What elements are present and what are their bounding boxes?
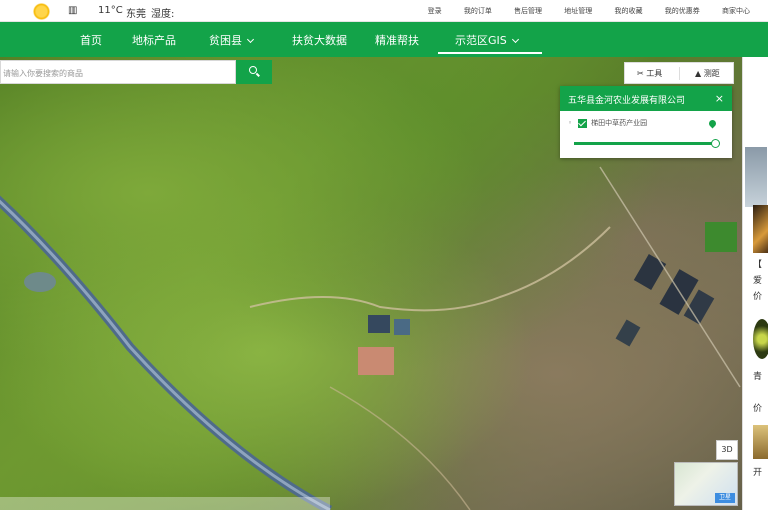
side-product-panel: 【 爱 价 青 价 开 <box>742 57 768 510</box>
product-title[interactable]: 爱 <box>753 273 762 286</box>
main-nav: 首页 地标产品 贫困县 扶贫大数据 精准帮扶 示范区GIS <box>0 22 768 57</box>
building <box>368 315 390 333</box>
product-thumbnail[interactable] <box>753 425 768 459</box>
product-thumbnail[interactable] <box>745 147 767 207</box>
map-toolbar: ✂ 工具 ▲ 测距 <box>624 62 734 84</box>
nav-item-poor-counties[interactable]: 贫困县 <box>209 32 255 48</box>
chevron-down-icon <box>511 35 519 44</box>
layer-checkbox[interactable] <box>578 118 588 128</box>
layer-dot-icon: ◦ <box>568 119 573 127</box>
humidity-label: 湿度: <box>151 9 175 20</box>
merchant-center-link[interactable]: 商家中心 <box>722 7 750 15</box>
cleared-land <box>358 347 394 375</box>
measure-label: 测距 <box>703 69 720 78</box>
product-price: 价 <box>753 292 763 302</box>
coupons-link[interactable]: 我的优惠券 <box>665 7 700 15</box>
slider-handle[interactable] <box>711 139 720 148</box>
field-patch <box>615 319 641 347</box>
nav-item-poverty-data[interactable]: 扶贫大数据 <box>292 32 347 48</box>
login-link[interactable]: 登录 <box>428 7 442 15</box>
overview-minimap[interactable]: 卫星 <box>674 462 738 506</box>
nav-item-precise-aid[interactable]: 精准帮扶 <box>375 32 419 48</box>
product-title[interactable]: 【 <box>753 257 762 270</box>
measure-button[interactable]: ▲ 测距 <box>695 68 720 79</box>
popup-header: 五华县金河农业发展有限公司 × <box>560 86 732 111</box>
dirt-road <box>249 226 611 312</box>
3d-toggle-button[interactable]: 3D <box>716 440 738 460</box>
product-title[interactable]: 青 <box>753 369 762 382</box>
location-pin-icon[interactable] <box>707 118 718 129</box>
nav-item-label: 贫困县 <box>209 34 242 47</box>
wrench-icon: ✂ <box>637 69 644 78</box>
after-sales-link[interactable]: 售后管理 <box>514 7 542 15</box>
chevron-down-icon <box>246 35 255 44</box>
company-popup: 五华县金河农业发展有限公司 × ◦ 梯田中草药产业园 <box>560 86 732 158</box>
tools-button[interactable]: ✂ 工具 <box>637 68 662 79</box>
top-links: 登录 我的订单 售后管理 地址管理 我的收藏 我的优惠券 商家中心 <box>408 6 750 16</box>
field-patch <box>633 254 667 290</box>
product-thumbnail[interactable] <box>753 205 768 253</box>
product-thumbnail[interactable] <box>753 319 768 359</box>
nav-item-demo-gis[interactable]: 示范区GIS <box>455 32 519 48</box>
close-icon[interactable]: × <box>715 92 724 105</box>
field-patch <box>705 222 737 252</box>
layer-label: 梯田中草药产业园 <box>591 119 648 127</box>
product-price: 价 <box>753 404 763 414</box>
map-type-switch[interactable]: 卫星 <box>715 493 735 503</box>
city-name: 东莞 <box>126 9 146 20</box>
product-title[interactable]: 开 <box>753 465 762 478</box>
nav-item-label: 示范区GIS <box>455 34 507 47</box>
layer-row: ◦ 梯田中草药产业园 <box>568 118 647 128</box>
ruler-icon: ▲ <box>695 69 702 78</box>
opacity-slider[interactable] <box>574 139 720 148</box>
temperature: 11°C <box>98 5 123 16</box>
building <box>394 319 410 335</box>
nav-item-landmark-products[interactable]: 地标产品 <box>132 32 176 48</box>
search-input[interactable]: 请输入你要搜索的商品 <box>0 60 236 84</box>
pond <box>24 272 56 292</box>
nav-item-home[interactable]: 首页 <box>80 32 102 48</box>
search-button[interactable] <box>236 60 272 84</box>
search-icon <box>249 66 257 74</box>
toolbar-divider <box>679 67 680 80</box>
dirt-road <box>329 386 471 510</box>
sun-icon <box>33 3 50 20</box>
highway <box>0 195 333 510</box>
favorites-link[interactable]: 我的收藏 <box>615 7 643 15</box>
map-attribution-strip <box>0 497 330 510</box>
tools-label: 工具 <box>646 69 663 78</box>
highway-lane <box>0 199 331 510</box>
active-tab-underline <box>438 52 542 54</box>
address-link[interactable]: 地址管理 <box>564 7 592 15</box>
weather-status-icon: ▥ <box>68 5 78 16</box>
my-orders-link[interactable]: 我的订单 <box>464 7 492 15</box>
top-info-bar: ▥ 11°C 东莞 湿度: 登录 我的订单 售后管理 地址管理 我的收藏 我的优… <box>0 0 768 22</box>
popup-title: 五华县金河农业发展有限公司 <box>568 96 686 106</box>
dirt-road <box>599 166 741 388</box>
